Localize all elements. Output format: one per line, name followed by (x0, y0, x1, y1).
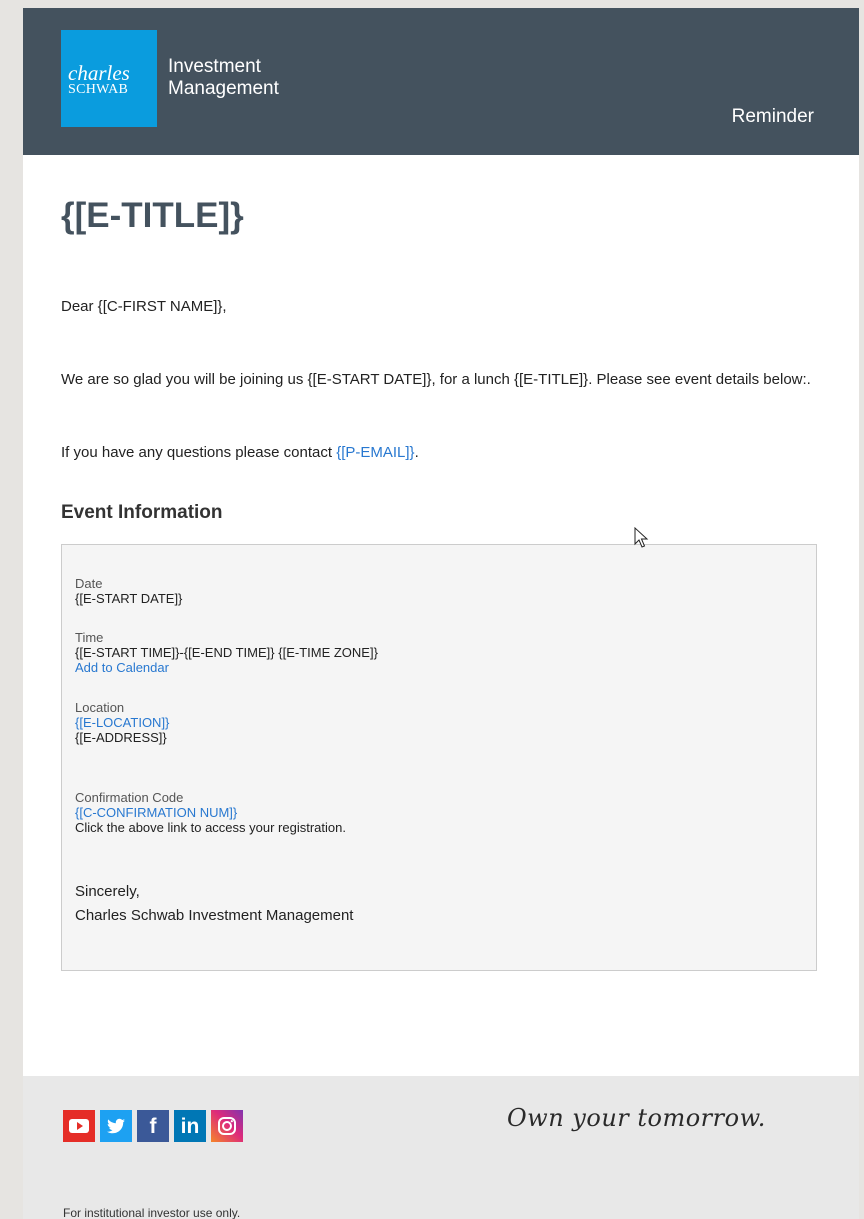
contact-suffix: . (414, 444, 419, 461)
confirmation-block: Confirmation Code {[C-CONFIRMATION NUM]}… (75, 790, 346, 835)
tagline-signature: Own your tomorrow. (507, 1104, 766, 1132)
facebook-glyph: f (149, 1115, 157, 1138)
twitter-icon[interactable] (100, 1110, 132, 1142)
social-links: f in (63, 1110, 248, 1142)
disclaimer-text: For institutional investor use only. (63, 1206, 241, 1219)
location-link[interactable]: {[E-LOCATION]} (75, 715, 169, 730)
confirmation-note: Click the above link to access your regi… (75, 820, 346, 835)
facebook-icon[interactable]: f (137, 1110, 169, 1142)
email-header: charles SCHWAB Investment Management Rem… (23, 8, 859, 155)
intro-text: We are so glad you will be joining us {[… (61, 371, 811, 388)
schwab-logo[interactable]: charles SCHWAB (61, 30, 157, 127)
greeting-text: Dear {[C-FIRST NAME]}, (61, 298, 227, 315)
event-information-heading: Event Information (61, 502, 223, 523)
event-info-box: Date {[E-START DATE]} Time {[E-START TIM… (61, 544, 817, 971)
email-body: charles SCHWAB Investment Management Rem… (23, 8, 859, 1219)
location-label: Location (75, 700, 125, 715)
signature-block: Sincerely, Charles Schwab Investment Man… (75, 880, 353, 928)
contact-email-link[interactable]: {[P-EMAIL]} (336, 444, 414, 461)
location-block: Location {[E-LOCATION]} {[E-ADDRESS]} (75, 700, 169, 745)
contact-paragraph: If you have any questions please contact… (61, 441, 821, 465)
date-value: {[E-START DATE]} (75, 591, 183, 606)
brand-name-line1: Investment (168, 56, 261, 77)
confirmation-link[interactable]: {[C-CONFIRMATION NUM]} (75, 805, 346, 820)
time-block: Time {[E-START TIME]}-{[E-END TIME]} {[E… (75, 630, 378, 675)
date-block: Date {[E-START DATE]} (75, 576, 182, 606)
signoff-text: Sincerely, (75, 883, 140, 900)
youtube-icon[interactable] (63, 1110, 95, 1142)
address-value: {[E-ADDRESS]} (75, 730, 167, 745)
linkedin-icon[interactable]: in (174, 1110, 206, 1142)
date-label: Date (75, 576, 103, 591)
reminder-label: Reminder (731, 106, 814, 127)
email-footer: f in Own your tomorrow. For institutiona… (23, 1076, 859, 1219)
contact-prefix: If you have any questions please contact (61, 444, 337, 461)
time-value: {[E-START TIME]}-{[E-END TIME]} {[E-TIME… (75, 645, 378, 660)
add-to-calendar-link[interactable]: Add to Calendar (75, 660, 378, 675)
logo-wordmark-schwab: SCHWAB (68, 82, 129, 97)
brand-name-line2: Management (168, 78, 279, 99)
confirmation-label: Confirmation Code (75, 790, 184, 805)
logo-wordmark-charles: charles (68, 61, 130, 85)
signature-text: Charles Schwab Investment Management (75, 907, 354, 924)
linkedin-glyph: in (180, 1115, 200, 1138)
instagram-icon[interactable] (211, 1110, 243, 1142)
email-title: {[E-TITLE]} (61, 196, 244, 235)
time-label: Time (75, 630, 104, 645)
mouse-pointer-icon (634, 527, 649, 548)
